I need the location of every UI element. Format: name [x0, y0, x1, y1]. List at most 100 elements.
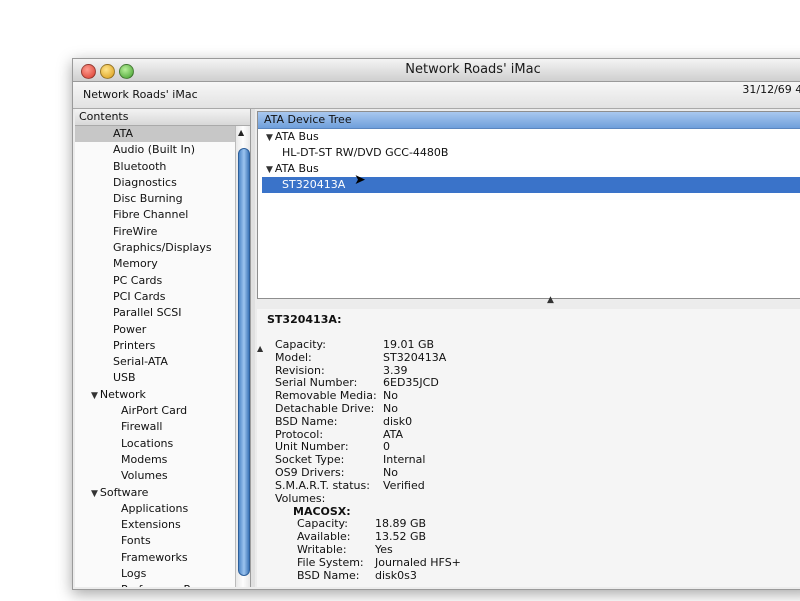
property-value: No	[383, 465, 398, 479]
sidebar-item-bluetooth[interactable]: Bluetooth	[75, 159, 236, 175]
property-row: S.M.A.R.T. status: Verified	[275, 478, 461, 493]
sidebar-item-label: Fibre Channel	[113, 208, 189, 222]
scroll-up-arrow-icon[interactable]: ▲	[257, 344, 263, 353]
sidebar-item-frameworks[interactable]: Frameworks	[75, 550, 236, 566]
property-key: OS9 Drivers:	[275, 465, 345, 479]
sidebar-item-label: Graphics/Displays	[113, 241, 212, 255]
sidebar-item-label: Firewall	[121, 420, 163, 434]
mouse-pointer-icon: ➤	[354, 172, 366, 188]
property-value: 19.01 GB	[383, 338, 435, 351]
device-details: ▲ ST320413A: Capacity: 19.01 GB Model: ST32…	[257, 309, 800, 587]
sidebar-item-locations[interactable]: Locations	[75, 436, 236, 452]
property-key: File System:	[297, 555, 364, 569]
contents-list: ATA Audio (Built In) Bluetooth Diagnostics D…	[75, 126, 236, 587]
property-row: OS9 Drivers: No	[275, 465, 461, 480]
sidebar-item-power[interactable]: Power	[75, 322, 236, 338]
ata-bus-row[interactable]: ▼ ATA Bus	[258, 161, 800, 177]
sidebar-item-graphics-displays[interactable]: Graphics/Displays	[75, 240, 236, 256]
property-key: S.M.A.R.T. status:	[275, 478, 370, 492]
sidebar-item-label: USB	[113, 371, 136, 385]
machine-name: Network Roads' iMac	[83, 88, 198, 101]
sidebar-item-disc-burning[interactable]: Disc Burning	[75, 191, 236, 207]
device-row-hard-disk[interactable]: ST320413A	[262, 177, 800, 193]
sidebar-item-usb[interactable]: USB	[75, 370, 236, 386]
window-title: Network Roads' iMac	[405, 62, 541, 77]
sidebar-item-parallel-scsi[interactable]: Parallel SCSI	[75, 305, 236, 321]
property-row: BSD Name: disk0	[275, 414, 461, 429]
horizontal-splitter[interactable]: ▲	[257, 295, 800, 307]
device-tree-header[interactable]: ATA Device Tree	[258, 112, 800, 129]
sidebar-item-modems[interactable]: Modems	[75, 452, 236, 468]
sidebar-item-label: Modems	[121, 452, 168, 466]
sidebar-item-label: PC Cards	[113, 273, 163, 287]
ata-bus-row[interactable]: ▼ ATA Bus	[258, 129, 800, 145]
property-key: Writable:	[297, 542, 347, 556]
sidebar-item-preference-panes[interactable]: Preference Panes	[75, 582, 236, 587]
property-value: 18.89 GB	[375, 517, 427, 531]
sidebar-item-software[interactable]: ▼ Software	[75, 485, 236, 501]
vertical-splitter[interactable]	[251, 109, 255, 587]
sidebar-item-memory[interactable]: Memory	[75, 256, 236, 272]
sidebar-item-printers[interactable]: Printers	[75, 338, 236, 354]
sidebar-item-label: Applications	[121, 501, 189, 515]
sidebar-item-label: FireWire	[113, 224, 158, 238]
sidebar-item-applications[interactable]: Applications	[75, 501, 236, 517]
sidebar-item-label: Power	[113, 322, 147, 336]
minimize-button[interactable]	[100, 64, 115, 79]
sidebar-item-label: ATA	[113, 127, 134, 140]
disclosure-triangle-icon[interactable]: ▼	[266, 133, 273, 143]
property-row: Capacity: 19.01 GB	[275, 338, 461, 352]
splitter-grip-icon[interactable]: ▲	[547, 295, 554, 305]
property-key: Model:	[275, 350, 312, 364]
property-key: BSD Name:	[297, 568, 360, 582]
sidebar-item-label: Bluetooth	[113, 159, 167, 173]
sidebar-scrollbar[interactable]: ▲	[235, 126, 250, 587]
property-value: Yes	[375, 542, 393, 556]
property-value: Journaled HFS+	[375, 555, 461, 569]
sidebar-item-ata[interactable]: ATA	[75, 126, 236, 143]
sidebar-item-fonts[interactable]: Fonts	[75, 533, 236, 549]
property-value: disk0	[383, 414, 413, 428]
system-profiler-window: Network Roads' iMac Network Roads' iMac …	[72, 58, 800, 590]
sidebar-item-label: Logs	[121, 567, 147, 581]
sidebar-item-extensions[interactable]: Extensions	[75, 517, 236, 533]
sidebar-item-logs[interactable]: Logs	[75, 566, 236, 582]
close-button[interactable]	[81, 64, 96, 79]
property-key: Capacity:	[275, 338, 326, 351]
scroll-up-arrow-icon[interactable]: ▲	[238, 128, 244, 137]
sidebar-item-network[interactable]: ▼ Network	[75, 387, 236, 403]
property-value: ST320413A	[383, 350, 447, 364]
sidebar-item-firewire[interactable]: FireWire	[75, 224, 236, 240]
property-value: 13.52 GB	[375, 530, 427, 544]
sidebar-item-label: Fonts	[121, 534, 151, 548]
title-bar[interactable]: Network Roads' iMac	[73, 59, 800, 82]
disclosure-triangle-icon[interactable]: ▼	[91, 391, 98, 401]
contents-sidebar: Contents ATA Audio (Built In) Bluetooth Dia…	[75, 109, 251, 587]
sidebar-item-pci-cards[interactable]: PCI Cards	[75, 289, 236, 305]
zoom-button[interactable]	[119, 64, 134, 79]
sidebar-item-audio-built-in[interactable]: Audio (Built In)	[75, 142, 236, 158]
sidebar-item-airport-card[interactable]: AirPort Card	[75, 403, 236, 419]
sidebar-item-label: Audio (Built In)	[113, 143, 196, 157]
ata-device-tree: ATA Device Tree ▼ ATA Bus HL-DT-ST RW/DVD…	[257, 111, 800, 299]
contents-header: Contents	[75, 109, 250, 126]
report-date: 31/12/69 4:0	[742, 83, 800, 96]
property-row: Volumes:	[275, 492, 461, 506]
sidebar-item-label: Printers	[113, 338, 156, 352]
sidebar-item-label: Software	[99, 485, 149, 499]
sidebar-item-firewall[interactable]: Firewall	[75, 419, 236, 435]
sidebar-item-label: AirPort Card	[121, 404, 188, 418]
device-row-dvd[interactable]: HL-DT-ST RW/DVD GCC-4480B	[258, 145, 800, 161]
sidebar-item-volumes[interactable]: Volumes	[75, 468, 236, 484]
sidebar-item-label: Frameworks	[121, 550, 188, 564]
property-value: disk0s3	[375, 568, 417, 582]
info-bar: Network Roads' iMac 31/12/69 4:0	[73, 82, 800, 109]
sidebar-item-serial-ata[interactable]: Serial-ATA	[75, 354, 236, 370]
sidebar-item-pc-cards[interactable]: PC Cards	[75, 273, 236, 289]
sidebar-item-fibre-channel[interactable]: Fibre Channel	[75, 207, 236, 223]
disclosure-triangle-icon[interactable]: ▼	[91, 489, 98, 499]
sidebar-item-label: PCI Cards	[113, 289, 166, 303]
scroll-thumb[interactable]	[238, 148, 250, 576]
sidebar-item-diagnostics[interactable]: Diagnostics	[75, 175, 236, 191]
disclosure-triangle-icon[interactable]: ▼	[266, 165, 273, 175]
